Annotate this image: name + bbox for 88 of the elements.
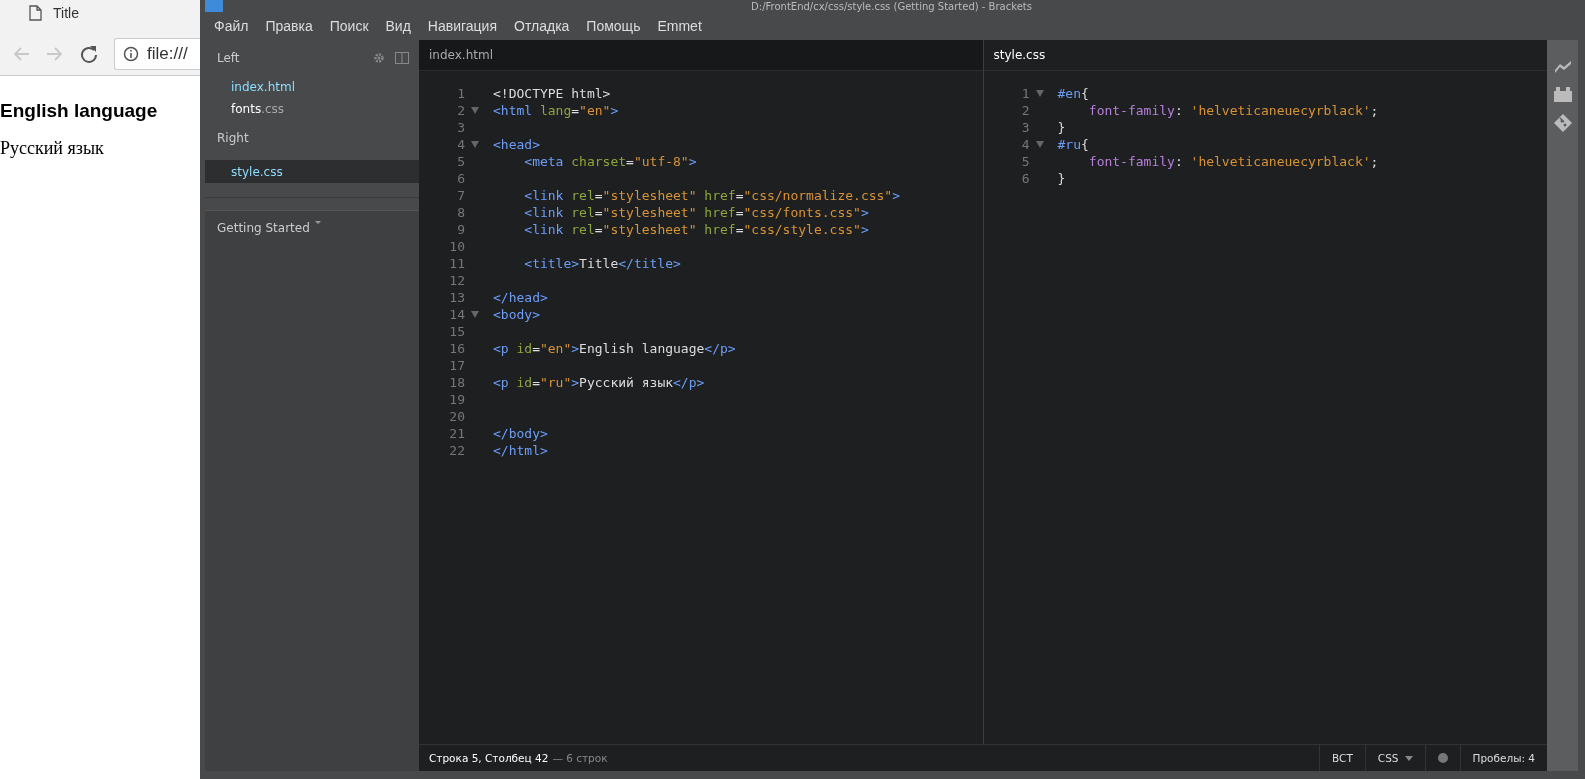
language-dropdown[interactable]: CSS xyxy=(1364,745,1425,771)
code-line: <link rel="stylesheet" href="css/fonts.css"> xyxy=(523,204,869,221)
line-number: 5 xyxy=(1020,153,1030,170)
line-number: 5 xyxy=(456,153,465,170)
code-line: <!DOCTYPE html> xyxy=(493,85,611,102)
menu-item[interactable]: Поиск xyxy=(329,18,369,34)
line-number: 11 xyxy=(448,255,465,272)
pane-label: Left xyxy=(217,51,240,65)
code-line: <body> xyxy=(493,306,540,323)
caret-icon xyxy=(314,221,321,224)
line-number: 3 xyxy=(1020,119,1030,136)
fold-arrow-icon[interactable] xyxy=(1035,141,1044,148)
line-number: 6 xyxy=(456,170,465,187)
code-line: <title>Title</title> xyxy=(523,255,681,272)
fold-arrow-icon[interactable] xyxy=(471,107,479,114)
line-number: 21 xyxy=(448,425,465,442)
line-number: 15 xyxy=(448,323,465,340)
editor-tab[interactable]: index.html xyxy=(419,40,983,71)
git-icon[interactable] xyxy=(1553,114,1572,132)
window-title: D:/FrontEnd/cx/css/style.css (Getting Started) - Brackets xyxy=(751,0,1032,12)
code-line: <p id="en">English language</p> xyxy=(493,340,736,357)
line-number: 1 xyxy=(1020,85,1030,102)
menu-item[interactable]: Навигация xyxy=(427,18,497,34)
code-line: </body> xyxy=(493,425,548,442)
line-number: 14 xyxy=(448,306,465,323)
linter-status-icon[interactable] xyxy=(1437,753,1448,763)
pane-label: Right xyxy=(217,131,249,145)
line-number: 2 xyxy=(456,102,465,119)
info-icon[interactable] xyxy=(123,46,139,62)
app-logo-icon xyxy=(205,0,223,12)
code-line: #ru{ xyxy=(1057,136,1089,153)
menu-item[interactable]: Правка xyxy=(265,18,313,34)
page-heading: English language xyxy=(0,100,159,122)
line-number: 2 xyxy=(1020,102,1030,119)
line-number: 1 xyxy=(456,85,465,102)
fold-arrow-icon[interactable] xyxy=(1035,90,1044,97)
live-preview-icon[interactable] xyxy=(1553,58,1572,74)
line-number: 17 xyxy=(448,357,465,374)
file-item[interactable]: fonts.css xyxy=(205,98,419,120)
code-line: <meta charset="utf-8"> xyxy=(523,153,697,170)
line-number: 4 xyxy=(456,136,465,153)
line-number: 10 xyxy=(448,238,465,255)
line-number: 19 xyxy=(448,391,465,408)
split-view-icon[interactable] xyxy=(395,52,409,64)
code-line: } xyxy=(1057,170,1066,187)
fold-arrow-icon[interactable] xyxy=(471,311,479,318)
extension-manager-icon[interactable] xyxy=(1553,86,1572,102)
settings-icon[interactable] xyxy=(373,52,385,64)
line-number: 3 xyxy=(456,119,465,136)
code-line: <head> xyxy=(493,136,540,153)
menu-item[interactable]: Отладка xyxy=(514,18,570,34)
code-line: <html lang="en"> xyxy=(493,102,619,119)
cursor-position: Строка 5, Столбец 42 xyxy=(429,752,549,764)
line-number: 13 xyxy=(448,289,465,306)
code-line: font-family: 'helveticaneuecyrblack'; xyxy=(1087,153,1379,170)
project-dropdown[interactable]: Getting Started xyxy=(205,210,419,771)
line-number: 12 xyxy=(448,272,465,289)
code-line: font-family: 'helveticaneuecyrblack'; xyxy=(1087,102,1379,119)
code-line: </html> xyxy=(493,442,548,459)
insert-mode-toggle[interactable]: ВСТ xyxy=(1318,745,1365,771)
file-icon xyxy=(28,4,43,21)
file-item[interactable]: style.css xyxy=(205,160,419,183)
line-number: 4 xyxy=(1020,136,1030,153)
menu-item[interactable]: Вид xyxy=(385,18,411,34)
code-line: } xyxy=(1057,119,1066,136)
menu-item[interactable]: Файл xyxy=(214,18,249,34)
line-number: 7 xyxy=(456,187,465,204)
caret-icon xyxy=(1404,755,1413,761)
code-line: <link rel="stylesheet" href="css/style.css"> xyxy=(523,221,869,238)
fold-arrow-icon[interactable] xyxy=(471,141,479,148)
address-bar[interactable]: file:/// xyxy=(114,38,200,70)
line-count: — 6 строк xyxy=(552,752,608,764)
reload-icon[interactable] xyxy=(80,45,98,63)
line-number: 22 xyxy=(448,442,465,459)
line-number: 16 xyxy=(448,340,465,357)
code-line: <p id="ru">Русский язык</p> xyxy=(493,374,705,391)
line-number: 6 xyxy=(1020,170,1030,187)
code-line: <link rel="stylesheet" href="css/normalize.css"> xyxy=(523,187,901,204)
code-line: </head> xyxy=(493,289,548,306)
line-number: 20 xyxy=(448,408,465,425)
code-line: #en{ xyxy=(1057,85,1089,102)
page-paragraph: Русский язык xyxy=(0,138,105,159)
line-number: 18 xyxy=(448,374,465,391)
menu-item[interactable]: Помощь xyxy=(586,18,641,34)
file-item[interactable]: index.html xyxy=(205,76,419,98)
menu-item[interactable]: Emmet xyxy=(657,18,702,34)
line-number: 8 xyxy=(456,204,465,221)
line-number: 9 xyxy=(456,221,465,238)
